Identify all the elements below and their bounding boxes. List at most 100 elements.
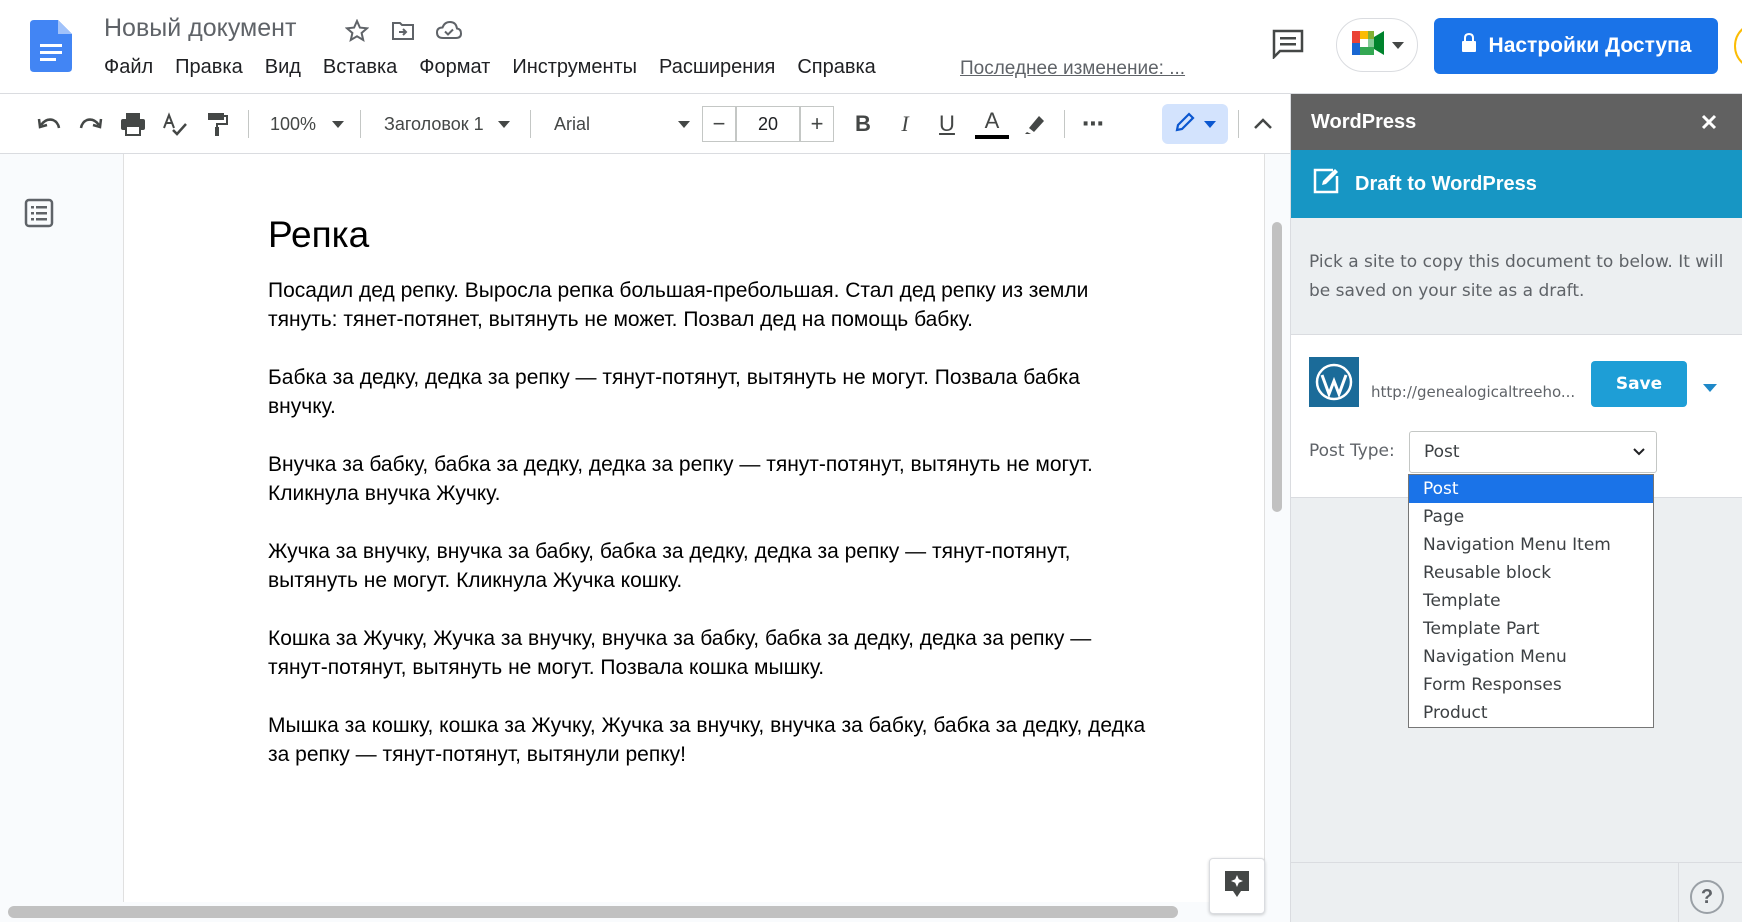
explore-sparkle-icon bbox=[1223, 869, 1251, 904]
post-type-option[interactable]: Reusable block bbox=[1409, 559, 1653, 587]
highlight-color-icon[interactable] bbox=[1018, 104, 1052, 144]
text-color-button[interactable]: A bbox=[974, 104, 1010, 144]
chevron-down-icon bbox=[1632, 444, 1646, 464]
text-color-swatch bbox=[975, 134, 1009, 139]
toolbar-divider bbox=[248, 110, 249, 138]
formatting-toolbar: 100% Заголовок 1 Arial − 20 + B I U A ⋯ bbox=[0, 94, 1290, 154]
post-type-option[interactable]: Navigation Menu Item bbox=[1409, 531, 1653, 559]
document-heading[interactable]: Репка bbox=[268, 214, 369, 256]
redo-icon[interactable] bbox=[74, 104, 108, 144]
paragraph-style-value: Заголовок 1 bbox=[384, 113, 484, 134]
last-edit-link[interactable]: Последнее изменение: ... bbox=[960, 58, 1185, 80]
site-dropdown-chevron-icon[interactable] bbox=[1703, 379, 1717, 397]
editing-mode-button[interactable] bbox=[1162, 104, 1228, 144]
docs-header: Новый документ Файл Правка Вид Вставка Ф… bbox=[0, 0, 1742, 94]
sidebar-banner: Draft to WordPress bbox=[1291, 150, 1742, 218]
share-button-label: Настройки Доступа bbox=[1488, 34, 1692, 57]
decrease-font-size-button[interactable]: − bbox=[702, 106, 736, 142]
menu-view[interactable]: Вид bbox=[265, 56, 301, 79]
docs-logo[interactable] bbox=[30, 20, 72, 72]
paragraph[interactable]: Посадил дед репку. Выросла репка большая… bbox=[268, 276, 1148, 334]
document-body[interactable]: Посадил дед репку. Выросла репка большая… bbox=[268, 276, 1148, 798]
chevron-down-icon bbox=[678, 120, 690, 128]
site-url: http://genealogicaltreeho... bbox=[1371, 383, 1576, 401]
post-type-value: Post bbox=[1424, 442, 1460, 462]
post-type-label: Post Type: bbox=[1309, 441, 1395, 461]
print-icon[interactable] bbox=[116, 104, 150, 144]
toolbar-divider bbox=[1238, 110, 1239, 138]
vertical-scrollbar[interactable] bbox=[1272, 222, 1282, 512]
font-size-input[interactable]: 20 bbox=[736, 106, 800, 142]
menu-format[interactable]: Формат bbox=[419, 56, 490, 79]
paragraph[interactable]: Мышка за кошку, кошка за Жучку, Жучка за… bbox=[268, 711, 1148, 769]
sidebar-title: WordPress bbox=[1311, 110, 1417, 133]
post-type-option[interactable]: Post bbox=[1409, 475, 1653, 503]
help-button[interactable]: ? bbox=[1690, 880, 1724, 914]
document-area: Репка Посадил дед репку. Выросла репка б… bbox=[0, 154, 1290, 922]
undo-icon[interactable] bbox=[32, 104, 66, 144]
post-type-option[interactable]: Template bbox=[1409, 587, 1653, 615]
menu-help[interactable]: Справка bbox=[797, 56, 875, 79]
post-type-option[interactable]: Product bbox=[1409, 699, 1653, 727]
sidebar-header: WordPress bbox=[1291, 94, 1742, 150]
increase-font-size-button[interactable]: + bbox=[800, 106, 834, 142]
font-value: Arial bbox=[554, 113, 591, 134]
chevron-down-icon bbox=[1204, 120, 1216, 128]
chevron-down-icon bbox=[497, 120, 510, 128]
paragraph[interactable]: Бабка за дедку, дедка за репку — тянут-п… bbox=[268, 363, 1148, 421]
document-page[interactable]: Репка Посадил дед репку. Выросла репка б… bbox=[123, 154, 1265, 902]
menu-tools[interactable]: Инструменты bbox=[512, 56, 637, 79]
explore-button[interactable] bbox=[1209, 858, 1265, 914]
menu-file[interactable]: Файл bbox=[104, 56, 153, 79]
paragraph-style-select[interactable]: Заголовок 1 bbox=[374, 104, 526, 144]
comments-icon[interactable] bbox=[1268, 26, 1308, 62]
more-options-button[interactable]: ⋯ bbox=[1076, 104, 1110, 144]
chevron-down-icon bbox=[332, 120, 345, 128]
post-type-option[interactable]: Template Part bbox=[1409, 615, 1653, 643]
toolbar-divider bbox=[1064, 110, 1065, 138]
paint-format-icon[interactable] bbox=[200, 104, 234, 144]
collapse-menus-icon[interactable] bbox=[1246, 104, 1280, 144]
menu-bar: Файл Правка Вид Вставка Формат Инструмен… bbox=[104, 56, 898, 79]
bold-button[interactable]: B bbox=[846, 104, 880, 144]
save-button[interactable]: Save bbox=[1591, 361, 1687, 407]
font-select[interactable]: Arial bbox=[544, 104, 694, 144]
chevron-down-icon bbox=[1392, 41, 1404, 49]
menu-edit[interactable]: Правка bbox=[175, 56, 243, 79]
meet-button[interactable] bbox=[1336, 18, 1418, 72]
underline-button[interactable]: U bbox=[930, 104, 964, 144]
toolbar-divider bbox=[360, 110, 361, 138]
menu-extensions[interactable]: Расширения bbox=[659, 56, 775, 79]
paragraph[interactable]: Кошка за Жучку, Жучка за внучку, внучка … bbox=[268, 624, 1148, 682]
avatar[interactable] bbox=[1734, 22, 1742, 70]
lock-icon bbox=[1461, 32, 1477, 59]
doc-title[interactable]: Новый документ bbox=[104, 14, 296, 43]
sidebar-banner-text: Draft to WordPress bbox=[1355, 172, 1537, 195]
italic-button[interactable]: I bbox=[888, 104, 922, 144]
spellcheck-icon[interactable] bbox=[158, 104, 192, 144]
paragraph[interactable]: Внучка за бабку, бабка за дедку, дедка з… bbox=[268, 450, 1148, 508]
close-icon[interactable] bbox=[1695, 108, 1723, 136]
star-icon[interactable] bbox=[342, 16, 372, 46]
edit-draft-icon bbox=[1311, 166, 1341, 202]
cloud-saved-icon[interactable] bbox=[434, 16, 464, 46]
pencil-icon bbox=[1174, 111, 1196, 138]
zoom-select[interactable]: 100% bbox=[262, 104, 352, 144]
text-color-letter: A bbox=[984, 107, 1000, 133]
menu-insert[interactable]: Вставка bbox=[323, 56, 397, 79]
zoom-value: 100% bbox=[270, 113, 317, 134]
post-type-select[interactable]: Post bbox=[1409, 431, 1657, 473]
post-type-option[interactable]: Navigation Menu bbox=[1409, 643, 1653, 671]
meet-icon bbox=[1350, 27, 1388, 64]
paragraph[interactable]: Жучка за внучку, внучка за бабку, бабка … bbox=[268, 537, 1148, 595]
horizontal-scrollbar[interactable] bbox=[8, 906, 1178, 918]
wordpress-logo-icon bbox=[1309, 357, 1359, 407]
share-button[interactable]: Настройки Доступа bbox=[1434, 18, 1718, 74]
sidebar-description: Pick a site to copy this document to bel… bbox=[1309, 252, 1724, 301]
post-type-option[interactable]: Form Responses bbox=[1409, 671, 1653, 699]
post-type-option[interactable]: Page bbox=[1409, 503, 1653, 531]
move-to-folder-icon[interactable] bbox=[388, 16, 418, 46]
document-outline-icon[interactable] bbox=[24, 198, 58, 232]
sidebar-footer-divider bbox=[1290, 862, 1742, 863]
post-type-dropdown-list: Post Page Navigation Menu Item Reusable … bbox=[1408, 474, 1654, 728]
